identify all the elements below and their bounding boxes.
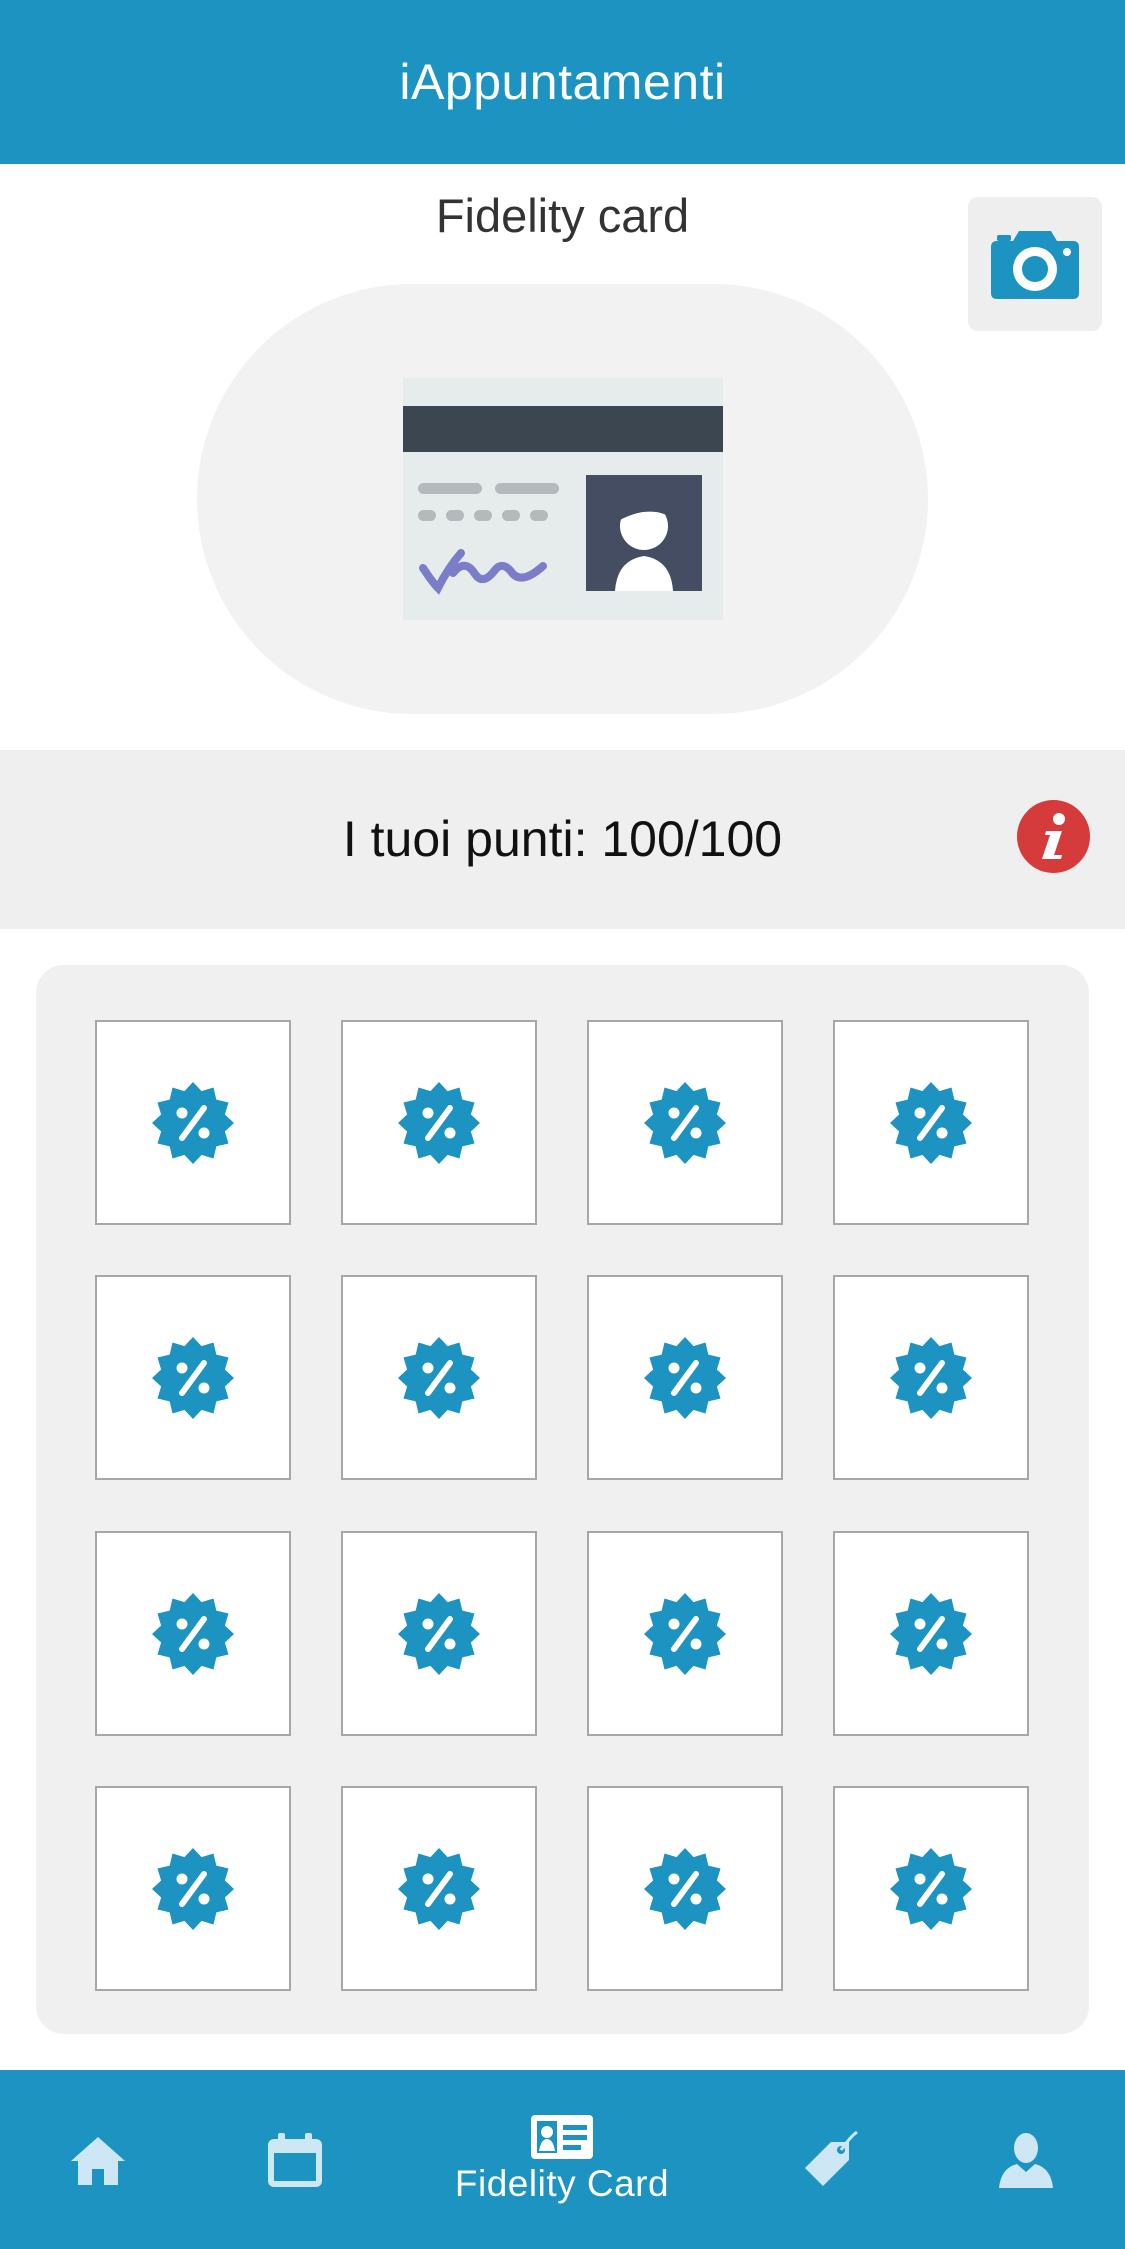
discount-badge-icon [398,1336,480,1419]
app-screen: iAppuntamenti Fidelity card I tuoi punti… [0,0,1125,2249]
stamp-cell[interactable] [833,1275,1029,1480]
points-text: I tuoi punti: 100/100 [342,811,783,867]
discount-badge-icon [644,1336,726,1419]
fidelity-card-placeholder[interactable] [197,284,928,714]
nav-fidelity-card[interactable]: Fidelity Card [412,2070,712,2249]
stamp-cell[interactable] [341,1275,537,1480]
home-icon [71,2136,125,2185]
points-bar: I tuoi punti: 100/100 [0,750,1125,929]
stamp-cell[interactable] [587,1786,783,1991]
discount-badge-icon [644,1847,726,1930]
nav-profile[interactable] [968,2070,1084,2249]
stamp-cell[interactable] [95,1275,291,1480]
user-icon [999,2132,1053,2188]
discount-badge-icon [398,1847,480,1930]
discount-badge-icon [152,1847,234,1930]
stamp-cell[interactable] [341,1020,537,1225]
discount-badge-icon [890,1592,972,1675]
calendar-icon [268,2132,322,2187]
info-button[interactable] [1017,800,1090,873]
stamp-cell[interactable] [833,1786,1029,1991]
fidelity-card-title: Fidelity card [435,189,690,242]
id-card-illustration [402,378,723,620]
camera-button[interactable] [968,197,1102,331]
stamps-panel [36,965,1089,2034]
id-card-icon [531,2114,593,2159]
nav-home[interactable] [40,2070,156,2249]
stamp-cell[interactable] [833,1020,1029,1225]
discount-badge-icon [890,1336,972,1419]
stamp-cell[interactable] [587,1020,783,1225]
camera-icon [991,231,1079,299]
nav-fidelity-label: Fidelity Card [454,2162,670,2204]
discount-badge-icon [398,1081,480,1164]
discount-badge-icon [890,1847,972,1930]
discount-badge-icon [398,1592,480,1675]
nav-calendar[interactable] [237,2070,353,2249]
stamp-cell[interactable] [95,1531,291,1736]
nav-offers[interactable] [771,2070,887,2249]
stamp-cell[interactable] [833,1531,1029,1736]
discount-badge-icon [644,1592,726,1675]
stamp-cell[interactable] [95,1020,291,1225]
stamp-cell[interactable] [587,1531,783,1736]
discount-badge-icon [644,1081,726,1164]
stamp-cell[interactable] [587,1275,783,1480]
discount-badge-icon [152,1081,234,1164]
discount-badge-icon [152,1592,234,1675]
info-icon [1041,812,1065,859]
bottom-navigation: Fidelity Card [0,2070,1125,2249]
discount-badge-icon [890,1081,972,1164]
stamp-cell[interactable] [95,1786,291,1991]
app-title: iAppuntamenti [399,54,726,110]
stamp-cell[interactable] [341,1531,537,1736]
app-header: iAppuntamenti [0,0,1125,164]
tag-icon [805,2130,858,2186]
stamp-cell[interactable] [341,1786,537,1991]
discount-badge-icon [152,1336,234,1419]
